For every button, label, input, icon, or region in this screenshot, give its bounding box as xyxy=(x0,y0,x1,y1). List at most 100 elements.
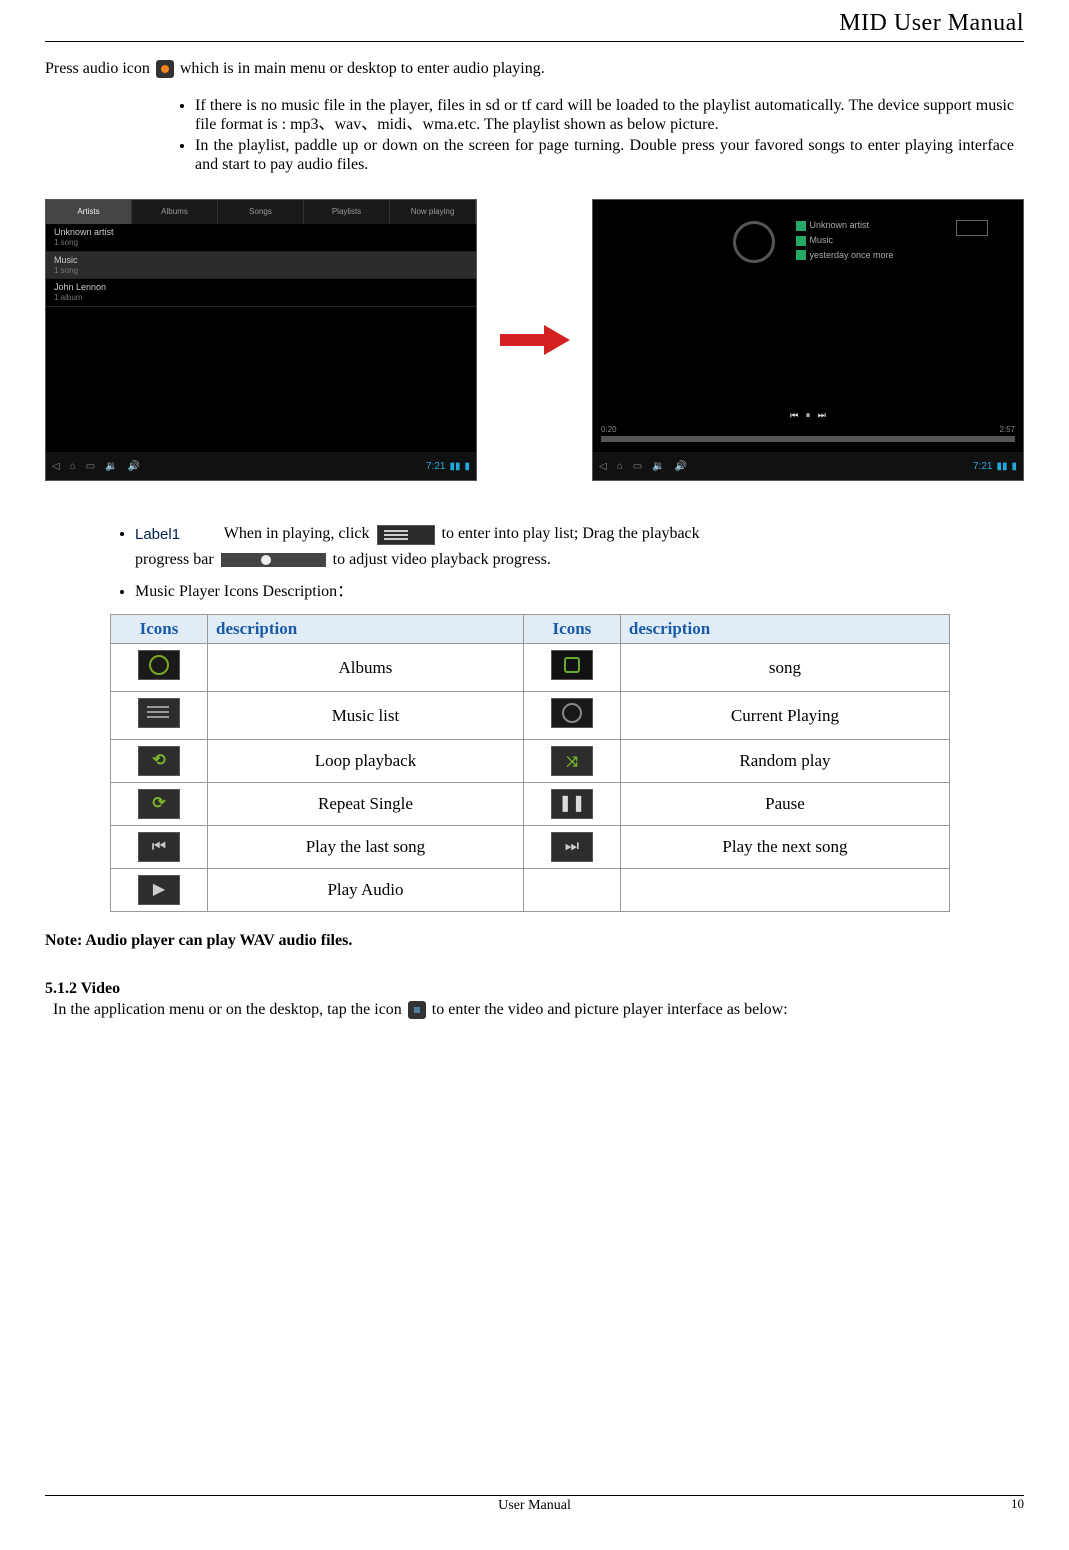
video-heading: 5.1.2 Video xyxy=(45,980,1024,998)
d-prev: Play the last song xyxy=(208,826,524,869)
system-navbar: ◁ ⌂ ▭ 🔉 🔊 7:21 ▮▮ ▮ xyxy=(593,452,1023,480)
recent-icon[interactable]: ▭ xyxy=(633,461,642,472)
bullet-label1: Label1 When in playing, click to enter i… xyxy=(135,521,1024,572)
footer-rule xyxy=(45,1495,1024,1496)
battery-icon: ▮ xyxy=(464,461,470,472)
label1-text: Label1 xyxy=(135,523,180,547)
random-play-icon: ⤨ xyxy=(551,746,593,776)
tab-songs[interactable]: Songs xyxy=(218,200,304,224)
d-random: Random play xyxy=(620,740,949,783)
row-title: Music xyxy=(54,255,78,265)
back-icon[interactable]: ◁ xyxy=(52,461,60,472)
tab-nowplaying[interactable]: Now playing xyxy=(390,200,476,224)
row-title: Unknown artist xyxy=(54,227,114,237)
d-play: Play Audio xyxy=(208,869,524,912)
play-next-icon: ⏭ xyxy=(551,832,593,862)
th-desc-1: description xyxy=(208,615,524,644)
th-icons-2: Icons xyxy=(523,615,620,644)
header-rule xyxy=(45,41,1024,42)
song-icon xyxy=(551,650,593,680)
time-elapsed: 0:20 xyxy=(601,425,617,434)
row-sub: 1 song xyxy=(54,266,468,276)
battery-icon: ▮ xyxy=(1011,461,1017,472)
audio-app-icon xyxy=(156,60,174,78)
video-text-a: In the application menu or on the deskto… xyxy=(53,1001,402,1018)
system-navbar: ◁ ⌂ ▭ 🔉 🔊 7:21 ▮▮ ▮ xyxy=(46,452,476,480)
player-album: Music xyxy=(796,235,894,246)
screenshot-player: Unknown artist Music yesterday once more… xyxy=(592,199,1024,481)
home-icon[interactable]: ⌂ xyxy=(70,461,76,472)
playlist-icon xyxy=(377,525,435,545)
page-number: 10 xyxy=(1011,1496,1024,1512)
empty-icon-cell xyxy=(523,869,620,912)
list-row[interactable]: John Lennon 1 album xyxy=(46,279,476,306)
lower-bullets: Label1 When in playing, click to enter i… xyxy=(95,521,1024,604)
bullet-icons-desc: Music Player Icons Description： xyxy=(135,579,1024,605)
bullet-1: If there is no music file in the player,… xyxy=(195,96,1014,134)
lrc-indicator xyxy=(956,220,988,236)
play-audio-icon: ▶ xyxy=(138,875,180,905)
page-footer: User Manual 10 xyxy=(45,1487,1024,1514)
time-total: 2:57 xyxy=(999,425,1015,434)
loop-playback-icon: ⟲ xyxy=(138,746,180,776)
progress-bar[interactable] xyxy=(601,436,1015,442)
next-track-icon[interactable]: ⏭ xyxy=(818,410,826,420)
arrow-right xyxy=(495,323,574,357)
row-title: John Lennon xyxy=(54,282,106,292)
th-icons-1: Icons xyxy=(111,615,208,644)
bullet-2: In the playlist, paddle up or down on th… xyxy=(195,136,1014,174)
album-art-icon xyxy=(733,221,775,263)
intro-text-b: which is in main menu or desktop to ente… xyxy=(180,60,545,77)
current-playing-icon xyxy=(551,698,593,728)
home-icon[interactable]: ⌂ xyxy=(617,461,623,472)
tab-albums[interactable]: Albums xyxy=(132,200,218,224)
intro-line: Press audio icon which is in main menu o… xyxy=(45,58,1024,80)
d-albums: Albums xyxy=(208,644,524,692)
list-row[interactable]: Music 1 song xyxy=(46,252,476,279)
d-next: Play the next song xyxy=(620,826,949,869)
screenshots-row: Artists Albums Songs Playlists Now playi… xyxy=(45,199,1024,481)
top-bullets: If there is no music file in the player,… xyxy=(155,96,1024,175)
albums-icon xyxy=(138,650,180,680)
list-row[interactable]: Unknown artist 1 song xyxy=(46,224,476,251)
d-song: song xyxy=(620,644,949,692)
player-track: yesterday once more xyxy=(796,250,894,261)
recent-icon[interactable]: ▭ xyxy=(86,461,95,472)
clock-label: 7:21 xyxy=(426,461,445,472)
player-artist: Unknown artist xyxy=(796,220,894,231)
vol-up-icon[interactable]: 🔊 xyxy=(128,461,140,472)
vol-up-icon[interactable]: 🔊 xyxy=(675,461,687,472)
progress-bar-icon xyxy=(221,553,326,567)
video-para: In the application menu or on the deskto… xyxy=(45,1000,1024,1020)
play-prev-icon: ⏮ xyxy=(138,832,180,862)
screenshot-playlist: Artists Albums Songs Playlists Now playi… xyxy=(45,199,477,481)
playlist-instr-b: to enter into play list; Drag the playba… xyxy=(442,525,700,542)
icons-table: Icons description Icons description Albu… xyxy=(110,614,950,912)
playlist-instr-c: progress bar xyxy=(135,551,214,568)
th-desc-2: description xyxy=(620,615,949,644)
tab-artists[interactable]: Artists xyxy=(46,200,132,224)
empty-desc-cell xyxy=(620,869,949,912)
vol-down-icon[interactable]: 🔉 xyxy=(105,461,117,472)
d-current: Current Playing xyxy=(620,692,949,740)
tab-playlists[interactable]: Playlists xyxy=(304,200,390,224)
page-header-title: MID User Manual xyxy=(45,10,1024,37)
prev-track-icon[interactable]: ⏮ xyxy=(790,410,798,420)
music-list-icon xyxy=(138,698,180,728)
wifi-icon: ▮▮ xyxy=(449,461,460,472)
d-mlist: Music list xyxy=(208,692,524,740)
back-icon[interactable]: ◁ xyxy=(599,461,607,472)
video-text-b: to enter the video and picture player in… xyxy=(432,1001,788,1018)
row-sub: 1 song xyxy=(54,238,468,248)
vol-down-icon[interactable]: 🔉 xyxy=(652,461,664,472)
d-repeat: Repeat Single xyxy=(208,783,524,826)
playlist-instr-a: When in playing, click xyxy=(224,525,370,542)
row-sub: 1 album xyxy=(54,293,468,303)
d-loop: Loop playback xyxy=(208,740,524,783)
pause-icon[interactable]: ⏸ xyxy=(806,410,811,420)
pause-button-icon: ❚❚ xyxy=(551,789,593,819)
d-pause: Pause xyxy=(620,783,949,826)
intro-text-a: Press audio icon xyxy=(45,60,150,77)
note-text: Note: Audio player can play WAV audio fi… xyxy=(45,932,1024,950)
repeat-single-icon: ⟳ xyxy=(138,789,180,819)
